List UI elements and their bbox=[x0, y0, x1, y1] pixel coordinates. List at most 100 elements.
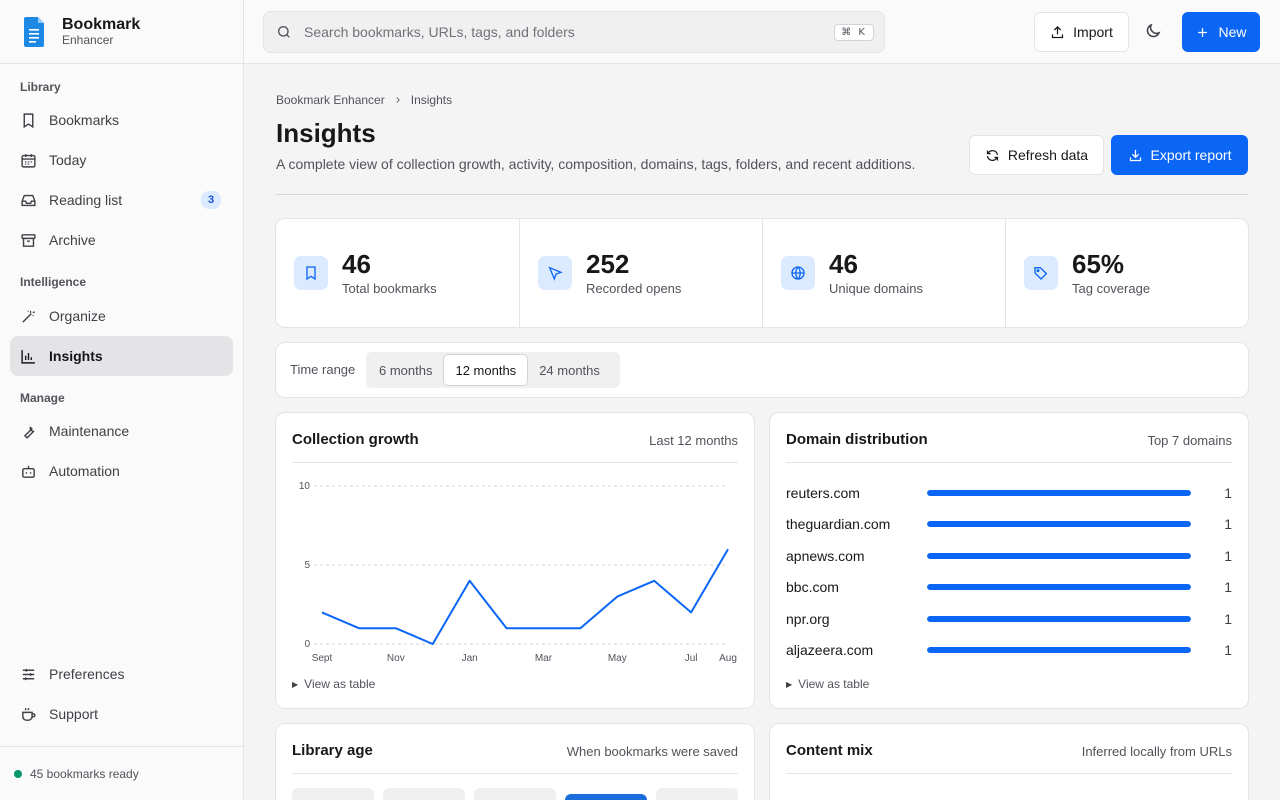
panel-divider bbox=[786, 462, 1232, 463]
x-tick-label: Aug bbox=[719, 653, 737, 664]
search-shortcut: ⌘ K bbox=[834, 23, 874, 41]
bookmark-icon bbox=[306, 266, 316, 281]
stat-value: 46 bbox=[342, 249, 371, 280]
topbar: ⌘ K Import New bbox=[244, 0, 1280, 64]
sidebar-item-archive[interactable]: Archive bbox=[10, 220, 233, 260]
new-label: New bbox=[1218, 24, 1247, 40]
globe-icon bbox=[791, 266, 805, 280]
breadcrumb: Bookmark Enhancer Insights bbox=[276, 93, 452, 107]
domain-bar-track bbox=[927, 552, 1191, 559]
stats-card: 46 Total bookmarks 252 Recorded opens 46 Un… bbox=[275, 218, 1249, 328]
domain-name: bbc.com bbox=[786, 579, 839, 596]
library-age-bar bbox=[474, 788, 556, 800]
library-age-bar bbox=[383, 788, 465, 800]
export-report-button[interactable]: Export report bbox=[1111, 135, 1248, 175]
reading-list-count-badge: 3 bbox=[201, 191, 221, 209]
view-as-table-toggle[interactable]: ▶ View as table bbox=[292, 677, 375, 691]
status-text: 45 bookmarks ready bbox=[30, 766, 139, 781]
sidebar-item-bookmarks[interactable]: Bookmarks bbox=[10, 100, 233, 140]
x-tick-label: Nov bbox=[387, 653, 405, 664]
main-content: Bookmark Enhancer Insights Insights A co… bbox=[244, 64, 1280, 800]
breadcrumb-current: Insights bbox=[410, 93, 453, 107]
domain-row: bbc.com 1 bbox=[786, 577, 1232, 597]
calendar-icon bbox=[21, 153, 36, 168]
library-age-bar bbox=[565, 794, 647, 800]
stat-label: Tag coverage bbox=[1072, 280, 1151, 296]
time-range-option-12-months[interactable]: 12 months bbox=[443, 354, 529, 386]
import-button[interactable]: Import bbox=[1034, 12, 1129, 52]
sidebar-item-maintenance[interactable]: Maintenance bbox=[10, 411, 233, 451]
domain-bar bbox=[927, 490, 1191, 496]
time-range-option-6-months[interactable]: 6 months bbox=[368, 354, 443, 386]
import-label: Import bbox=[1073, 24, 1113, 40]
search-icon bbox=[278, 26, 290, 38]
page-description: A complete view of collection growth, ac… bbox=[276, 156, 916, 172]
sidebar-item-organize[interactable]: Organize bbox=[10, 296, 233, 336]
export-label: Export report bbox=[1150, 147, 1232, 163]
panel-title: Collection growth bbox=[292, 431, 419, 448]
sidebar-item-preferences[interactable]: Preferences bbox=[10, 654, 233, 694]
status-dot bbox=[14, 769, 22, 778]
view-as-table-toggle[interactable]: ▶ View as table bbox=[786, 677, 869, 691]
sidebar-item-label: Support bbox=[49, 706, 99, 722]
page-title: Insights bbox=[276, 118, 376, 148]
library-age-card: Library age When bookmarks were saved bbox=[275, 723, 755, 800]
stat-value: 65% bbox=[1072, 249, 1125, 280]
cursor-icon bbox=[548, 266, 563, 281]
sidebar-item-label: Organize bbox=[49, 308, 106, 324]
inbox-icon bbox=[21, 194, 36, 206]
refresh-data-button[interactable]: Refresh data bbox=[969, 135, 1104, 175]
sidebar-item-support[interactable]: Support bbox=[10, 694, 233, 734]
search-box[interactable]: ⌘ K bbox=[263, 11, 885, 53]
domain-count: 1 bbox=[1224, 547, 1232, 564]
breadcrumb-root[interactable]: Bookmark Enhancer bbox=[276, 93, 385, 107]
stat-value: 46 bbox=[829, 249, 858, 280]
brand: Bookmark Enhancer bbox=[0, 0, 243, 64]
growth-series-line bbox=[321, 548, 729, 645]
section-label-library: Library bbox=[20, 80, 61, 94]
domain-bar bbox=[927, 647, 1191, 653]
panel-title: Content mix bbox=[786, 742, 873, 759]
magic-wand-icon bbox=[22, 309, 35, 323]
sidebar-item-reading-list[interactable]: Reading list 3 bbox=[10, 180, 233, 220]
sidebar-item-label: Preferences bbox=[49, 666, 125, 682]
stat-total-bookmarks: 46 Total bookmarks bbox=[276, 219, 519, 327]
sidebar-item-automation[interactable]: Automation bbox=[10, 451, 233, 491]
x-tick-label: Jan bbox=[462, 653, 478, 664]
sidebar-item-insights[interactable]: Insights bbox=[10, 336, 233, 376]
domain-row: reuters.com 1 bbox=[786, 483, 1232, 503]
chevron-right-icon bbox=[396, 97, 400, 103]
time-range-card: Time range 6 months 12 months 24 months bbox=[275, 342, 1249, 398]
domain-bar bbox=[927, 584, 1191, 591]
new-button[interactable]: New bbox=[1182, 12, 1260, 52]
search-input[interactable] bbox=[304, 24, 823, 40]
domain-count: 1 bbox=[1224, 516, 1232, 533]
time-range-selector: 6 months 12 months 24 months bbox=[366, 352, 620, 388]
domain-bar-track bbox=[927, 490, 1191, 496]
sidebar-item-label: Today bbox=[49, 152, 87, 168]
section-label-intelligence: Intelligence bbox=[20, 275, 87, 289]
domain-name: reuters.com bbox=[786, 485, 860, 501]
time-range-option-24-months[interactable]: 24 months bbox=[528, 354, 611, 386]
x-tick-label: Mar bbox=[535, 653, 553, 664]
moon-icon bbox=[1146, 23, 1161, 38]
download-icon bbox=[1129, 149, 1141, 161]
stat-label: Unique domains bbox=[829, 280, 923, 296]
logo-icon bbox=[24, 16, 44, 47]
sidebar-item-label: Bookmarks bbox=[49, 112, 120, 128]
stat-recorded-opens: 252 Recorded opens bbox=[519, 219, 762, 327]
time-range-label: Time range bbox=[290, 362, 356, 377]
content-mix-card: Content mix Inferred locally from URLs bbox=[769, 723, 1249, 800]
archive-icon bbox=[21, 233, 36, 247]
upload-icon bbox=[1052, 25, 1064, 38]
domain-name: npr.org bbox=[786, 610, 830, 627]
y-tick-label: 0 bbox=[304, 639, 310, 650]
y-tick-label: 5 bbox=[304, 560, 310, 571]
stat-unique-domains: 46 Unique domains bbox=[762, 219, 1005, 327]
sidebar-item-today[interactable]: Today bbox=[10, 140, 233, 180]
library-age-bar bbox=[656, 788, 738, 800]
plus-icon bbox=[1198, 27, 1208, 37]
theme-toggle[interactable] bbox=[1144, 22, 1164, 42]
view-as-table-label: View as table bbox=[798, 677, 870, 691]
panel-meta: Inferred locally from URLs bbox=[1081, 744, 1232, 759]
